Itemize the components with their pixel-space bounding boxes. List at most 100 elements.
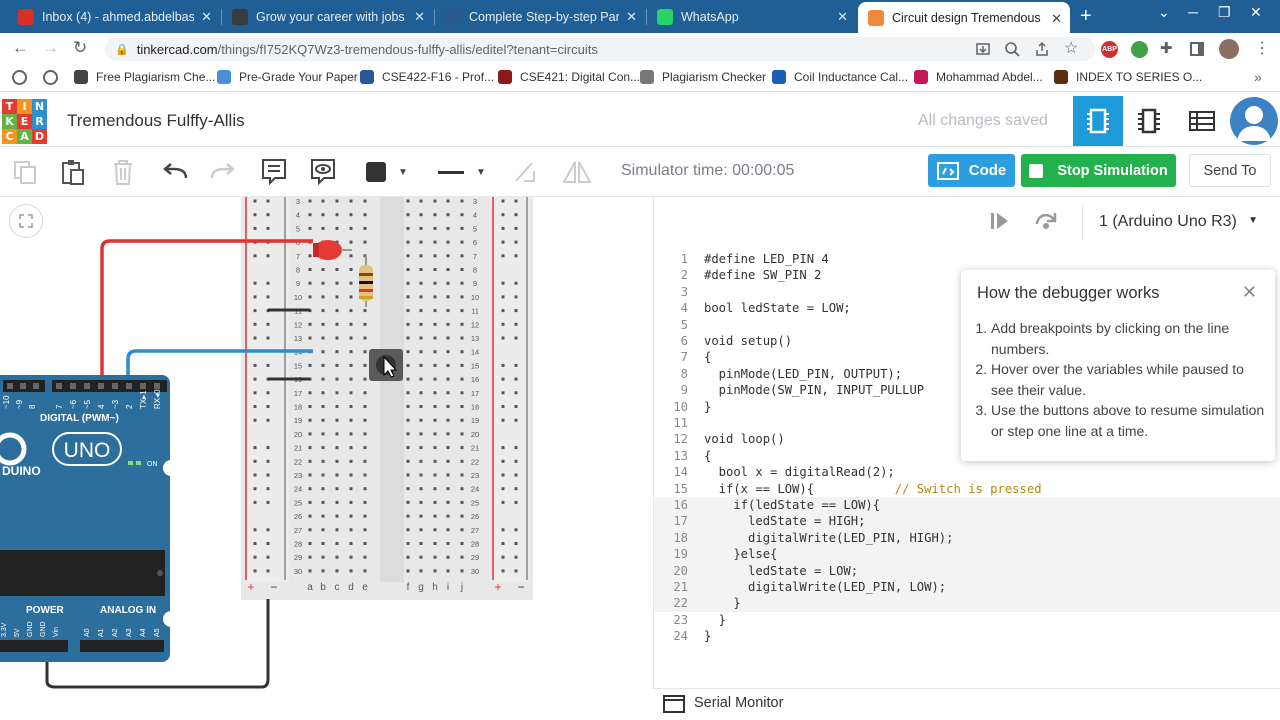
line-number[interactable]: 1	[654, 251, 688, 267]
adblock-icon[interactable]: ABP	[1101, 41, 1118, 58]
code-line[interactable]: 20 ledState = LOW;	[654, 562, 1280, 579]
serial-monitor-bar[interactable]: Serial Monitor	[653, 688, 1280, 720]
paste-button[interactable]	[58, 157, 88, 187]
code-button[interactable]: Code	[928, 154, 1015, 187]
line-number[interactable]: 13	[654, 448, 688, 464]
zoom-icon[interactable]	[1004, 41, 1020, 57]
code-line[interactable]: 22 }	[654, 595, 1280, 612]
code-line[interactable]: 14 bool x = digitalRead(2);	[654, 464, 1280, 480]
code-line[interactable]: 15 if(x == LOW){ // Switch is pressed	[654, 481, 1280, 497]
line-number[interactable]: 4	[654, 300, 688, 316]
install-app-icon[interactable]	[975, 41, 991, 57]
line-number[interactable]: 11	[654, 415, 688, 431]
step-over-icon[interactable]	[1034, 210, 1058, 230]
copy-button[interactable]	[10, 157, 40, 187]
code-line[interactable]: 19 }else{	[654, 546, 1280, 563]
new-tab-button[interactable]: +	[1080, 5, 1092, 28]
side-panel-icon[interactable]	[1190, 42, 1204, 56]
flip-button[interactable]	[562, 157, 592, 187]
bookmark-item[interactable]: Free Plagiarism Che...	[74, 70, 215, 84]
line-number[interactable]: 22	[654, 595, 688, 611]
rotate-button[interactable]	[510, 157, 540, 187]
color-picker[interactable]: ▼	[356, 153, 418, 191]
restore-icon[interactable]: ❐	[1218, 4, 1231, 21]
code-line[interactable]: 24}	[654, 628, 1280, 644]
line-number[interactable]: 17	[654, 513, 688, 529]
line-number[interactable]: 9	[654, 382, 688, 398]
bookmark-item[interactable]: Plagiarism Checker	[640, 70, 766, 84]
line-number[interactable]: 16	[654, 497, 688, 513]
reload-icon[interactable]: ↻	[73, 38, 87, 58]
circuit-canvas[interactable]: 3344556677889910101111121213131414151516…	[0, 197, 652, 720]
browser-menu-icon[interactable]: ⋮	[1254, 38, 1270, 58]
close-tab-icon[interactable]: ✕	[414, 9, 425, 25]
browser-tab[interactable]: Grow your career with jobs ta ✕	[222, 0, 433, 33]
browser-tab[interactable]: WhatsApp ✕	[647, 0, 856, 33]
project-title[interactable]: Tremendous Fulffy-Allis	[67, 111, 245, 131]
tab-search-icon[interactable]: ⌄	[1158, 4, 1170, 21]
close-tab-icon[interactable]: ✕	[1051, 11, 1062, 27]
extension-green-icon[interactable]	[1131, 41, 1148, 58]
close-icon[interactable]: ✕	[1242, 282, 1257, 303]
line-number[interactable]: 15	[654, 481, 688, 497]
stop-simulation-button[interactable]: Stop Simulation	[1021, 154, 1176, 187]
line-number[interactable]: 8	[654, 366, 688, 382]
share-icon[interactable]	[1034, 41, 1050, 57]
bookmark-item[interactable]: Mohammad Abdel...	[914, 70, 1043, 84]
bookmark-item[interactable]: CSE422-F16 - Prof...	[360, 70, 494, 84]
line-number[interactable]: 10	[654, 399, 688, 415]
line-number[interactable]: 18	[654, 530, 688, 546]
bookmark-item[interactable]: Coil Inductance Cal...	[772, 70, 908, 84]
line-number[interactable]: 14	[654, 464, 688, 480]
delete-button[interactable]	[108, 157, 138, 187]
line-number[interactable]: 3	[654, 284, 688, 300]
resume-icon[interactable]	[990, 212, 1010, 230]
more-bookmarks-icon[interactable]: »	[1254, 69, 1262, 85]
wire-type-picker[interactable]: ▼	[428, 153, 498, 191]
component-list-button[interactable]	[1177, 96, 1227, 146]
code-line[interactable]: 21 digitalWrite(LED_PIN, LOW);	[654, 579, 1280, 596]
close-tab-icon[interactable]: ✕	[837, 9, 848, 25]
close-tab-icon[interactable]: ✕	[201, 9, 212, 25]
send-to-button[interactable]: Send To	[1189, 154, 1271, 187]
back-icon[interactable]: ←	[12, 38, 29, 58]
code-line[interactable]: 18 digitalWrite(LED_PIN, HIGH);	[654, 529, 1280, 547]
code-line[interactable]: 16 if(ledState == LOW){	[654, 497, 1280, 514]
line-number[interactable]: 19	[654, 546, 688, 562]
schematic-view-button[interactable]	[1124, 96, 1174, 146]
line-number[interactable]: 5	[654, 317, 688, 333]
browser-tab[interactable]: Complete Step-by-step Partic ✕	[435, 0, 645, 33]
line-number[interactable]: 6	[654, 333, 688, 349]
code-line[interactable]: 1 #define LED_PIN 4	[654, 251, 1280, 267]
browser-tab[interactable]: Circuit design Tremendous Fu ✕	[858, 2, 1070, 33]
profile-avatar[interactable]	[1219, 39, 1239, 59]
line-number[interactable]: 2	[654, 267, 688, 283]
globe-icon[interactable]	[43, 70, 58, 85]
line-number[interactable]: 7	[654, 349, 688, 365]
apps-icon[interactable]	[12, 70, 27, 85]
forward-icon[interactable]: →	[42, 38, 59, 58]
undo-button[interactable]	[160, 157, 190, 187]
line-number[interactable]: 23	[654, 612, 688, 628]
line-number[interactable]: 24	[654, 628, 688, 644]
minimize-icon[interactable]: ─	[1188, 4, 1198, 20]
line-number[interactable]: 20	[654, 563, 688, 579]
bookmark-item[interactable]: INDEX TO SERIES O...	[1054, 70, 1202, 84]
notes-button[interactable]	[259, 157, 289, 187]
circuit-view-button[interactable]	[1073, 96, 1123, 146]
bookmark-item[interactable]: Pre-Grade Your Paper	[217, 70, 358, 84]
bookmark-item[interactable]: CSE421: Digital Con...	[498, 70, 640, 84]
code-line[interactable]: 17 ledState = HIGH;	[654, 513, 1280, 530]
close-window-icon[interactable]: ✕	[1250, 4, 1262, 21]
bookmark-star-icon[interactable]: ☆	[1064, 38, 1078, 58]
code-line[interactable]: 23 }	[654, 612, 1280, 628]
redo-button[interactable]	[208, 157, 238, 187]
user-avatar[interactable]	[1230, 97, 1278, 145]
tinkercad-logo[interactable]: TINKERCAD	[2, 99, 47, 144]
board-selector[interactable]: 1 (Arduino Uno R3) ▼	[1082, 205, 1272, 239]
browser-tab[interactable]: Inbox (4) - ahmed.abdelbasit. ✕	[8, 0, 220, 33]
close-tab-icon[interactable]: ✕	[626, 9, 637, 25]
line-number[interactable]: 12	[654, 431, 688, 447]
url-field[interactable]: 🔒 tinkercad.com/things/fI752KQ7Wz3-treme…	[105, 37, 1095, 61]
notes-visibility-button[interactable]	[308, 157, 338, 187]
